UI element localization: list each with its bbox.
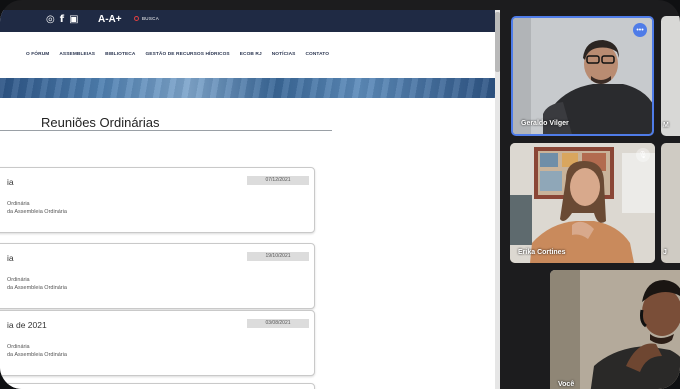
facebook-icon[interactable]: f	[60, 14, 64, 26]
participant-name: Erika Cortines	[518, 249, 566, 256]
title-divider	[0, 130, 332, 131]
nav-item-noticias[interactable]: NOTÍCIAS	[272, 52, 296, 57]
participant-video	[510, 143, 655, 263]
card-date: 03/08/2021	[247, 319, 309, 328]
participant-name: Geraldo Vilger	[521, 120, 569, 127]
participant-tile-self[interactable]: Você	[550, 270, 680, 389]
meeting-card[interactable]	[0, 383, 315, 389]
participant-tile-erika[interactable]: 🎙 Erika Cortines	[510, 143, 655, 263]
meeting-card[interactable]: ia de 2021 03/08/2021 Ordinária da Assem…	[0, 310, 315, 376]
site-topbar: ◎ f ▣ A-A+ BUSCA	[0, 10, 500, 32]
card-title: ia de 2021	[7, 320, 47, 330]
meeting-window: ◎ f ▣ A-A+ BUSCA O FÓRUM ASSEMBLEIAS BIB…	[0, 0, 680, 389]
microphone-muted-icon: 🎙	[636, 148, 650, 162]
card-line: Ordinária	[7, 277, 30, 283]
shared-screen-webpage: ◎ f ▣ A-A+ BUSCA O FÓRUM ASSEMBLEIAS BIB…	[0, 10, 500, 389]
participant-tile-partial[interactable]: M	[661, 16, 680, 136]
participant-tile-partial[interactable]: J	[661, 143, 680, 263]
meeting-card[interactable]: ia 19/10/2021 Ordinária da Assembleia Or…	[0, 243, 315, 309]
card-title: ia	[7, 253, 14, 263]
card-line: da Assembleia Ordinária	[7, 209, 67, 215]
card-line: Ordinária	[7, 201, 30, 207]
site-banner	[0, 78, 500, 98]
search-icon	[134, 16, 139, 21]
nav-item-forum[interactable]: O FÓRUM	[26, 52, 49, 57]
search-label: BUSCA	[142, 16, 160, 21]
more-options-icon[interactable]: •••	[633, 23, 647, 37]
card-line: Ordinária	[7, 344, 30, 350]
participant-video	[513, 18, 652, 134]
card-line: da Assembleia Ordinária	[7, 285, 67, 291]
youtube-icon[interactable]: ▣	[69, 14, 78, 26]
page-title: Reuniões Ordinárias	[41, 115, 160, 130]
card-date: 07/12/2021	[247, 176, 309, 185]
card-line: da Assembleia Ordinária	[7, 352, 67, 358]
meeting-card[interactable]: ia 07/12/2021 Ordinária da Assembleia Or…	[0, 167, 315, 233]
site-nav: O FÓRUM ASSEMBLEIAS BIBLIOTECA GESTÃO DE…	[26, 52, 329, 57]
font-size-control[interactable]: A-A+	[98, 14, 122, 25]
nav-item-gestao[interactable]: GESTÃO DE RECURSOS HÍDRICOS	[145, 52, 229, 57]
scrollbar-thumb[interactable]	[495, 12, 500, 72]
instagram-icon[interactable]: ◎	[46, 14, 55, 26]
nav-item-contato[interactable]: CONTATO	[305, 52, 329, 57]
nav-item-ecob[interactable]: ECOB RJ	[240, 52, 262, 57]
participant-tile-geraldo[interactable]: ••• Geraldo Vilger	[511, 16, 654, 136]
nav-item-biblioteca[interactable]: BIBLIOTECA	[105, 52, 135, 57]
participant-name: J	[663, 249, 667, 256]
search-button[interactable]: BUSCA	[134, 16, 159, 21]
participant-name: Você	[558, 381, 575, 388]
participant-name: M	[663, 122, 669, 129]
page-scrollbar[interactable]	[495, 10, 500, 389]
card-date: 19/10/2021	[247, 252, 309, 261]
card-title: ia	[7, 177, 14, 187]
nav-item-assembleias[interactable]: ASSEMBLEIAS	[59, 52, 95, 57]
participant-video	[550, 270, 680, 389]
